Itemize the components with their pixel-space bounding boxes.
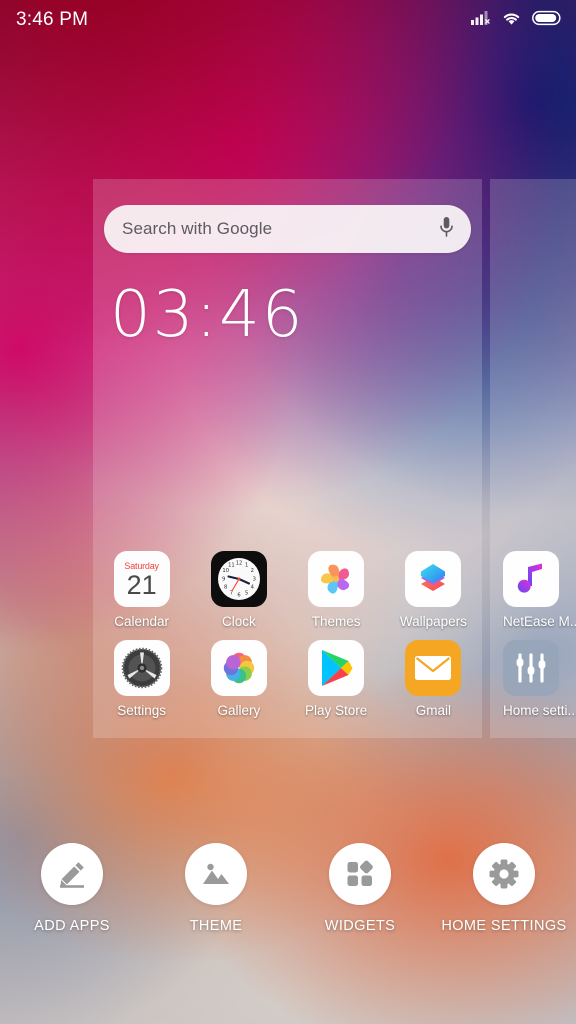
- status-bar-icons: [471, 9, 562, 31]
- app-label: NetEase M...: [503, 614, 576, 629]
- app-label: Themes: [311, 614, 361, 629]
- add-apps-button[interactable]: ADD APPS: [2, 843, 142, 934]
- action-label: ADD APPS: [34, 918, 110, 934]
- widgets-button[interactable]: WIDGETS: [290, 843, 430, 934]
- next-page-app-column: NetEase M... Home setti...: [490, 551, 576, 718]
- themes-icon[interactable]: [308, 551, 365, 607]
- svg-text:3: 3: [253, 577, 256, 583]
- app-icon-themes[interactable]: Themes: [288, 551, 385, 629]
- app-grid: Saturday 21 Calendar 12 1 23 45 67 89 10 1…: [93, 551, 482, 718]
- signal-bars-no-sim-icon: [471, 9, 491, 31]
- action-label: WIDGETS: [324, 918, 396, 934]
- app-icon-settings[interactable]: Settings: [93, 640, 190, 718]
- widgets-squares-icon[interactable]: [329, 843, 391, 905]
- app-label: Clock: [221, 614, 256, 629]
- home-settings-app-icon[interactable]: [503, 640, 559, 696]
- app-label: Wallpapers: [399, 614, 467, 629]
- microphone-icon[interactable]: [438, 215, 455, 244]
- app-icon-calendar[interactable]: Saturday 21 Calendar: [93, 551, 190, 629]
- wifi-icon: [501, 10, 522, 31]
- wallpapers-icon[interactable]: [405, 551, 462, 607]
- app-icon-home-settings[interactable]: Home setti...: [503, 640, 576, 718]
- svg-text:11: 11: [228, 562, 235, 568]
- calendar-day-number: 21: [126, 569, 157, 600]
- theme-button[interactable]: THEME: [146, 843, 286, 934]
- app-icon-wallpapers[interactable]: Wallpapers: [385, 551, 482, 629]
- svg-text:2: 2: [251, 568, 254, 574]
- clock-widget[interactable]: 03:46: [110, 283, 304, 347]
- app-label: Settings: [117, 703, 167, 718]
- play-store-icon[interactable]: [308, 640, 365, 696]
- svg-text:9: 9: [222, 577, 225, 583]
- svg-text:8: 8: [224, 585, 227, 591]
- gmail-icon[interactable]: [405, 640, 462, 696]
- netease-music-icon[interactable]: [503, 551, 559, 607]
- gear-icon[interactable]: [473, 843, 535, 905]
- svg-text:6: 6: [237, 593, 240, 599]
- pencil-edit-icon[interactable]: [41, 843, 103, 905]
- app-icon-play-store[interactable]: Play Store: [288, 640, 385, 718]
- status-bar: 3:46 PM: [0, 0, 576, 40]
- svg-text:1: 1: [245, 562, 248, 568]
- app-label: Calendar: [114, 614, 170, 629]
- app-icon-netease-music[interactable]: NetEase M...: [503, 551, 576, 629]
- google-search-widget[interactable]: Search with Google: [104, 205, 471, 253]
- svg-text:5: 5: [245, 590, 248, 596]
- search-input[interactable]: Search with Google: [122, 219, 438, 239]
- svg-text:12: 12: [236, 560, 243, 566]
- app-label: Play Store: [304, 703, 368, 718]
- svg-text:7: 7: [230, 590, 233, 596]
- app-label: Gmail: [415, 703, 451, 718]
- app-icon-clock[interactable]: 12 1 23 45 67 89 10 11 Clock: [190, 551, 287, 629]
- battery-icon: [532, 10, 562, 31]
- app-label: Gallery: [217, 703, 261, 718]
- home-settings-button[interactable]: HOME SETTINGS: [434, 843, 574, 934]
- app-icon-gmail[interactable]: Gmail: [385, 640, 482, 718]
- clock-icon[interactable]: 12 1 23 45 67 89 10 11: [210, 551, 267, 607]
- gallery-icon[interactable]: [210, 640, 267, 696]
- action-label: HOME SETTINGS: [441, 918, 567, 934]
- action-label: THEME: [189, 918, 243, 934]
- calendar-icon[interactable]: Saturday 21: [113, 551, 170, 607]
- app-label: Home setti...: [503, 703, 576, 718]
- image-mountain-icon[interactable]: [185, 843, 247, 905]
- app-icon-gallery[interactable]: Gallery: [190, 640, 287, 718]
- svg-text:10: 10: [222, 568, 229, 574]
- settings-icon[interactable]: [113, 640, 170, 696]
- home-edit-action-bar: ADD APPS THEME WIDGETS HOME SETTINGS: [0, 843, 576, 934]
- status-bar-clock: 3:46 PM: [16, 9, 89, 30]
